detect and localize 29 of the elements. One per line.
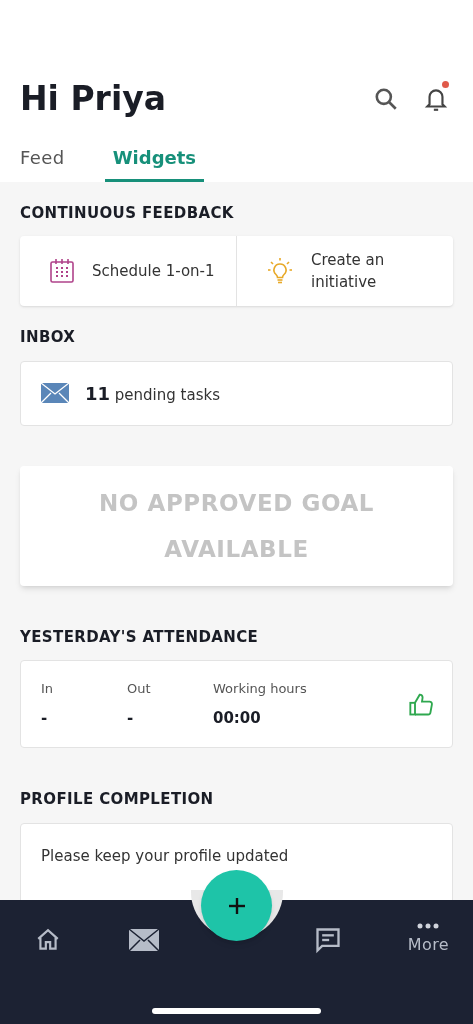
more-icon bbox=[417, 923, 440, 929]
notification-button[interactable] bbox=[423, 84, 449, 113]
feedback-action[interactable]: Create an initiative bbox=[236, 236, 453, 306]
greeting-title: Hi Priya bbox=[20, 78, 166, 120]
calendar-icon bbox=[48, 257, 76, 285]
section-title: CONTINUOUS FEEDBACK bbox=[20, 202, 235, 224]
profile-message: Please keep your profile updated bbox=[41, 846, 289, 865]
section-title: PROFILE COMPLETION bbox=[20, 789, 215, 810]
attendance-value: - bbox=[127, 707, 135, 729]
envelope-icon bbox=[128, 928, 160, 952]
home-icon bbox=[35, 927, 61, 953]
envelope-icon bbox=[41, 383, 69, 403]
section-title: INBOX bbox=[20, 327, 77, 348]
chat-icon bbox=[313, 926, 342, 954]
inbox-card[interactable]: 11 pending tasks bbox=[20, 360, 453, 426]
attendance-label: In bbox=[41, 680, 55, 698]
plus-icon bbox=[227, 896, 246, 915]
tab[interactable]: Widgets bbox=[104, 143, 205, 182]
attendance-value: 00:00 bbox=[213, 707, 262, 729]
feedback-action[interactable]: Schedule 1-on-1 bbox=[20, 236, 236, 306]
more-tab[interactable]: More bbox=[407, 923, 449, 957]
tab[interactable]: Feed bbox=[20, 143, 65, 182]
section-title: YESTERDAY'S ATTENDANCE bbox=[20, 626, 260, 648]
attendance-value: - bbox=[41, 707, 49, 729]
lightbulb-icon bbox=[265, 256, 295, 286]
empty-goal-message: NO APPROVED GOAL AVAILABLE bbox=[97, 488, 376, 564]
attendance-label: Working hours bbox=[213, 680, 308, 698]
pending-tasks-text: 11 pending tasks bbox=[85, 381, 220, 406]
attendance-label: Out bbox=[127, 680, 152, 698]
